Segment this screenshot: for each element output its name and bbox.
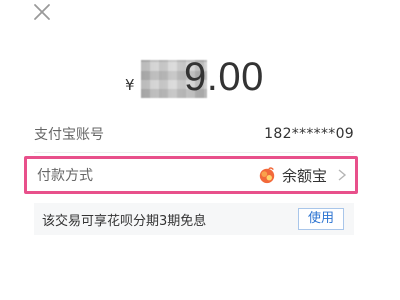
account-label: 支付宝账号 [34,127,104,143]
payment-method-highlight: 付款方式 余额宝 [24,156,358,194]
promo-text: 该交易可享花呗分期3期免息 [42,213,207,229]
payment-method-row[interactable]: 付款方式 余额宝 [37,159,347,191]
account-value: 182******09 [264,126,354,142]
payment-confirm-screen: ¥ 9.00 支付宝账号 182******09 付款方式 余额宝 该交易可享花… [0,0,400,300]
payment-method-value: 余额宝 [281,166,327,185]
use-button[interactable]: 使用 [298,208,344,230]
divider [34,152,354,153]
close-icon [34,4,50,20]
amount-value: 9.00 [184,55,264,99]
payment-method-selection: 余额宝 [258,165,347,186]
chevron-right-icon [338,169,347,181]
close-button[interactable] [30,0,54,24]
huabei-promo-banner: 该交易可享花呗分期3期免息 使用 [34,203,354,235]
payment-amount: ¥ 9.00 [120,52,290,102]
currency-symbol: ¥ [125,76,135,94]
yuebao-icon [259,167,275,184]
account-row: 支付宝账号 182******09 [34,121,354,147]
payment-method-label: 付款方式 [37,168,93,184]
